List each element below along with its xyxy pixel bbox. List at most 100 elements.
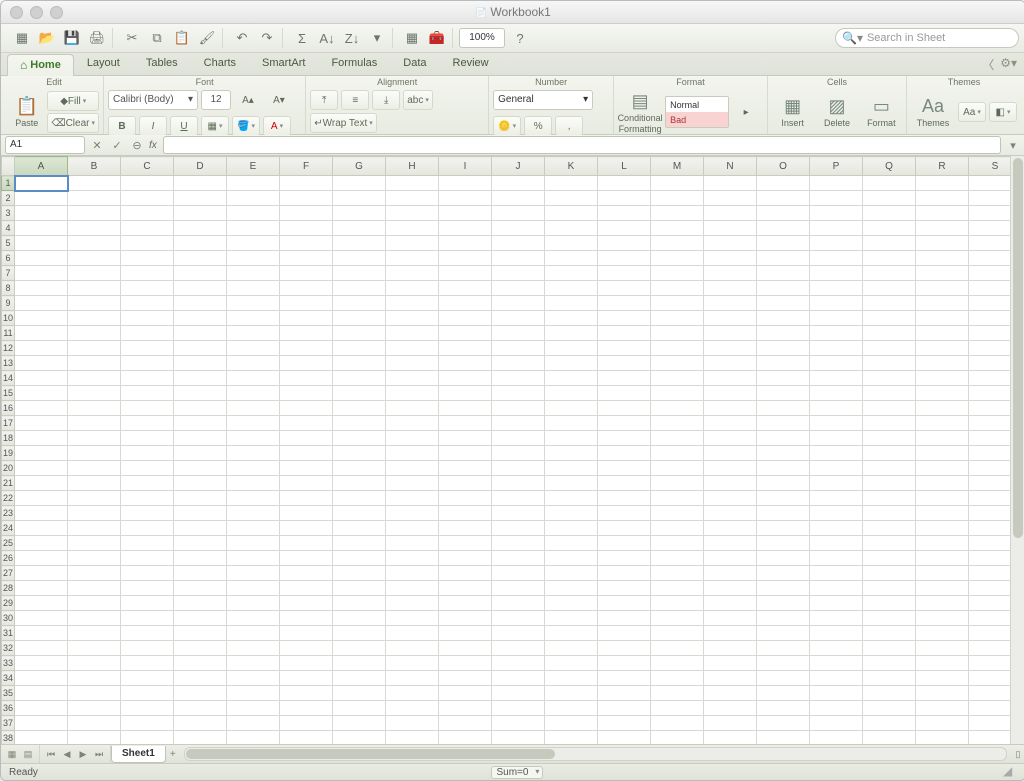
grow-font-icon[interactable]: A▴ (234, 90, 262, 110)
fill-color-button[interactable]: 🪣▾ (232, 116, 260, 136)
cell[interactable] (15, 191, 68, 206)
column-header[interactable]: P (810, 157, 863, 176)
align-top-icon[interactable]: ⤒ (310, 90, 338, 110)
cell[interactable] (916, 551, 969, 566)
cell[interactable] (598, 221, 651, 236)
cell[interactable] (810, 326, 863, 341)
cell[interactable] (280, 266, 333, 281)
cell[interactable] (492, 251, 545, 266)
cell[interactable] (386, 281, 439, 296)
tab-smartart[interactable]: SmartArt (249, 53, 318, 75)
select-all-corner[interactable] (2, 157, 15, 176)
cell[interactable] (174, 686, 227, 701)
fill-button[interactable]: ◆ Fill▾ (47, 91, 99, 111)
cell[interactable] (280, 401, 333, 416)
paste-button[interactable]: 📋Paste (9, 92, 44, 132)
cell[interactable] (386, 356, 439, 371)
cell[interactable] (704, 176, 757, 191)
borders-button[interactable]: ▦▾ (201, 116, 229, 136)
undo-icon[interactable]: ↶ (231, 28, 253, 48)
cell[interactable] (545, 656, 598, 671)
cell[interactable] (68, 581, 121, 596)
cell[interactable] (545, 491, 598, 506)
cell[interactable] (280, 191, 333, 206)
cell[interactable] (757, 416, 810, 431)
cell[interactable] (174, 521, 227, 536)
cell[interactable] (704, 461, 757, 476)
cell[interactable] (68, 311, 121, 326)
cell[interactable] (863, 521, 916, 536)
cell[interactable] (121, 371, 174, 386)
cell[interactable] (757, 551, 810, 566)
cell[interactable] (68, 701, 121, 716)
cell[interactable] (969, 716, 1010, 731)
cell[interactable] (121, 326, 174, 341)
cell[interactable] (121, 566, 174, 581)
cell[interactable] (704, 626, 757, 641)
font-size-select[interactable]: 12 (201, 90, 231, 110)
cell[interactable] (651, 536, 704, 551)
cell[interactable] (333, 266, 386, 281)
cell[interactable] (651, 341, 704, 356)
cell[interactable] (439, 716, 492, 731)
cell[interactable] (439, 431, 492, 446)
row-header[interactable]: 27 (2, 566, 15, 581)
cell[interactable] (121, 686, 174, 701)
cell[interactable] (174, 326, 227, 341)
row-header[interactable]: 31 (2, 626, 15, 641)
cell[interactable] (545, 371, 598, 386)
cell[interactable] (810, 596, 863, 611)
cell[interactable] (651, 596, 704, 611)
cell[interactable] (492, 551, 545, 566)
cell[interactable] (545, 281, 598, 296)
cell[interactable] (68, 401, 121, 416)
cell[interactable] (333, 581, 386, 596)
cell[interactable] (863, 461, 916, 476)
cell[interactable] (863, 311, 916, 326)
theme-fonts-icon[interactable]: Aa▾ (958, 102, 986, 122)
cell[interactable] (863, 731, 916, 745)
cell[interactable] (333, 206, 386, 221)
cell[interactable] (333, 326, 386, 341)
cell[interactable] (227, 581, 280, 596)
cell[interactable] (439, 356, 492, 371)
cell[interactable] (15, 176, 68, 191)
cell[interactable] (68, 551, 121, 566)
cell[interactable] (810, 191, 863, 206)
name-box[interactable]: A1 (5, 136, 85, 154)
cell[interactable] (386, 296, 439, 311)
cell[interactable] (916, 386, 969, 401)
cell[interactable] (492, 266, 545, 281)
cell[interactable] (757, 701, 810, 716)
cell[interactable] (545, 206, 598, 221)
cell[interactable] (810, 476, 863, 491)
cell[interactable] (598, 611, 651, 626)
cell[interactable] (439, 686, 492, 701)
column-header[interactable]: R (916, 157, 969, 176)
cell[interactable] (386, 221, 439, 236)
cell[interactable] (651, 356, 704, 371)
cell[interactable] (439, 326, 492, 341)
row-header[interactable]: 2 (2, 191, 15, 206)
cell[interactable] (15, 221, 68, 236)
cell[interactable] (439, 551, 492, 566)
paste-icon[interactable]: 📋 (171, 28, 193, 48)
cell[interactable] (916, 656, 969, 671)
cell[interactable] (386, 521, 439, 536)
cell[interactable] (333, 551, 386, 566)
cell[interactable] (916, 446, 969, 461)
cell[interactable] (280, 641, 333, 656)
cell[interactable] (439, 731, 492, 745)
cell[interactable] (386, 401, 439, 416)
cell[interactable] (704, 596, 757, 611)
cell[interactable] (545, 671, 598, 686)
cell[interactable] (386, 191, 439, 206)
cell[interactable] (598, 716, 651, 731)
filter-icon[interactable]: ▾ (366, 28, 388, 48)
toolbox-icon[interactable]: 🧰 (426, 28, 448, 48)
cell[interactable] (15, 296, 68, 311)
cell[interactable] (227, 716, 280, 731)
cell[interactable] (969, 266, 1010, 281)
cell[interactable] (15, 536, 68, 551)
cell[interactable] (863, 431, 916, 446)
